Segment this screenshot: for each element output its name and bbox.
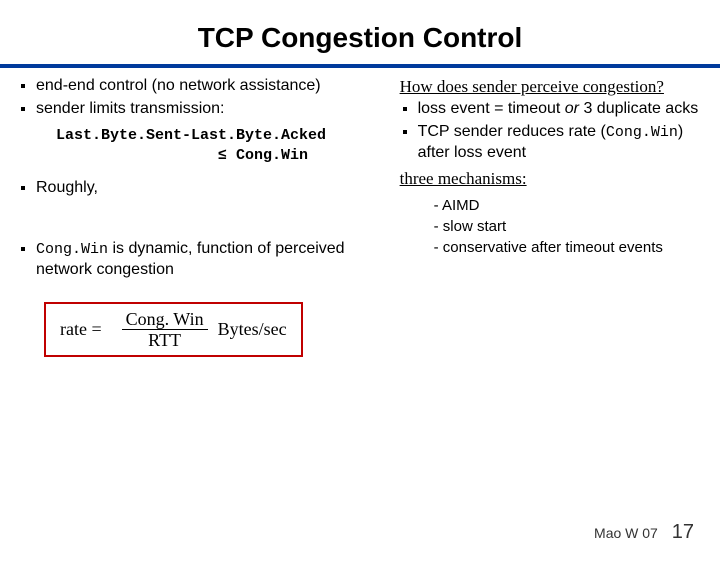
- mechanisms-list: AIMD slow start conservative after timeo…: [434, 195, 702, 258]
- left-column: end-end control (no network assistance) …: [18, 76, 398, 357]
- rate-fraction: Cong. Win RTT: [122, 310, 208, 349]
- right-bullet-1: loss event = timeout or 3 duplicate acks: [418, 99, 702, 120]
- slide-title: TCP Congestion Control: [0, 22, 720, 54]
- rb1-or: or: [565, 100, 579, 117]
- mech-3: conservative after timeout events: [434, 237, 702, 258]
- inequality-code: Last.Byte.Sent-Last.Byte.Acked ≤ Cong.Wi…: [56, 126, 388, 167]
- left-bullets: end-end control (no network assistance) …: [36, 76, 388, 120]
- mech-2: slow start: [434, 216, 702, 237]
- rb2-code: Cong.Win: [606, 124, 678, 141]
- rb2-pre: TCP sender reduces rate (: [418, 123, 606, 140]
- congwin-code: Cong.Win: [36, 241, 108, 258]
- right-column: How does sender perceive congestion? los…: [398, 76, 702, 357]
- code-line-1: Last.Byte.Sent-Last.Byte.Acked: [56, 126, 388, 146]
- left-bullet-1: end-end control (no network assistance): [36, 76, 388, 97]
- left-bullets-3: Cong.Win is dynamic, function of perceiv…: [36, 239, 388, 281]
- slide-footer: Mao W 07 17: [594, 521, 694, 544]
- code-line-2: ≤ Cong.Win: [56, 146, 388, 166]
- rb1-pre: loss event = timeout: [418, 100, 565, 117]
- rate-numerator: Cong. Win: [122, 310, 208, 330]
- left-bullet-2: sender limits transmission:: [36, 99, 388, 120]
- footer-course: Mao W 07: [594, 525, 658, 541]
- mechanisms-heading: three mechanisms:: [400, 168, 702, 189]
- mech-1: AIMD: [434, 195, 702, 216]
- right-bullets: loss event = timeout or 3 duplicate acks…: [418, 99, 702, 163]
- left-bullet-3: Roughly,: [36, 178, 388, 199]
- right-bullet-2: TCP sender reduces rate (Cong.Win) after…: [418, 122, 702, 164]
- rate-unit: Bytes/sec: [218, 319, 287, 340]
- rate-formula-box: rate = Cong. Win RTT Bytes/sec: [44, 302, 303, 357]
- rate-lhs: rate =: [60, 319, 102, 340]
- question-heading: How does sender perceive congestion?: [400, 76, 702, 97]
- rb1-post: 3 duplicate acks: [579, 100, 698, 117]
- rate-denominator: RTT: [148, 330, 181, 349]
- content-area: end-end control (no network assistance) …: [0, 76, 720, 357]
- title-rule: [0, 64, 720, 68]
- left-bullet-4: Cong.Win is dynamic, function of perceiv…: [36, 239, 388, 281]
- left-bullets-2: Roughly,: [36, 178, 388, 199]
